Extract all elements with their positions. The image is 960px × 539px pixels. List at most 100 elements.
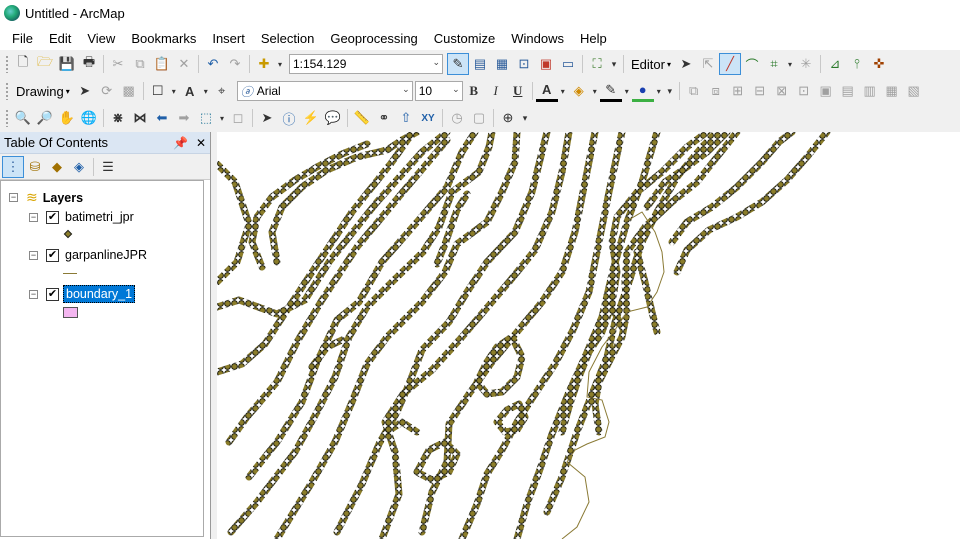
layer-name[interactable]: batimetri_jpr (63, 209, 136, 225)
rotate-element-icon[interactable]: ⟳ (96, 80, 118, 102)
layer-row-garpanline[interactable]: − ✔ garpanlineJPR (29, 247, 149, 263)
rectangle-icon[interactable]: ☐ (147, 80, 169, 102)
edit-tool-icon[interactable]: ➤ (675, 53, 697, 75)
layer-visibility-checkbox[interactable]: ✔ (46, 287, 59, 301)
select-elements-arrow-icon[interactable]: ➤ (256, 107, 278, 129)
line-color-icon[interactable]: ✎ (599, 80, 622, 102)
fixed-zoom-out-icon[interactable]: ⋈ (129, 107, 151, 129)
toolbar-grip[interactable] (5, 55, 9, 73)
paste-icon[interactable]: 📋 (151, 53, 173, 75)
fixed-zoom-in-icon[interactable]: ⋇ (107, 107, 129, 129)
toolbar-overflow-icon[interactable]: ▾ (664, 80, 676, 102)
align-icon[interactable]: ⊠ (771, 80, 793, 102)
font-name-combo[interactable]: ⓐ Arial ⌄ (236, 81, 413, 101)
hyperlink-icon[interactable]: 💬 (322, 107, 344, 129)
text-tool-icon[interactable]: A (179, 80, 201, 102)
rotate-flip-icon[interactable]: ▣ (815, 80, 837, 102)
layout-icon-3[interactable]: ▦ (881, 80, 903, 102)
layers-root-row[interactable]: − ≋ Layers (9, 189, 83, 206)
previous-extent-icon[interactable]: ⬅ (151, 107, 173, 129)
fill-color-dropdown-icon[interactable]: ▾ (590, 80, 600, 102)
straight-segment-icon[interactable]: ╱ (718, 53, 741, 75)
order-icon[interactable]: ⊞ (727, 80, 749, 102)
map-scale-combo[interactable]: 1:154.129 ⌄ (289, 54, 443, 74)
marker-color-icon[interactable]: ● (631, 80, 654, 102)
save-icon[interactable]: 💾 (56, 53, 78, 75)
arctoolbox-icon[interactable]: ▣ (535, 53, 557, 75)
cut-icon[interactable]: ✂ (107, 53, 129, 75)
pan-hand-icon[interactable]: ✋ (56, 107, 78, 129)
collapse-icon[interactable]: − (29, 250, 38, 260)
identify-icon[interactable]: ⓘ (278, 107, 300, 129)
list-by-visibility-icon[interactable]: ◆ (46, 156, 68, 178)
toolbar-overflow-icon[interactable]: ▾ (608, 53, 620, 75)
new-document-icon[interactable]: 🗋 (12, 53, 34, 75)
viewer-window-icon[interactable]: ▢ (468, 107, 490, 129)
menu-windows[interactable]: Windows (503, 31, 572, 46)
find-binoculars-icon[interactable]: ⚭ (373, 107, 395, 129)
menu-view[interactable]: View (79, 31, 123, 46)
menu-file[interactable]: File (4, 31, 41, 46)
layout-icon-2[interactable]: ▥ (859, 80, 881, 102)
italic-button[interactable]: I (485, 80, 507, 102)
pin-icon[interactable]: 📌 (173, 136, 188, 150)
toolbar-overflow-icon[interactable]: ▾ (519, 107, 531, 129)
zoom-out-icon[interactable]: 🔎 (34, 107, 56, 129)
delete-icon[interactable]: ✕ (173, 53, 195, 75)
line-color-dropdown-icon[interactable]: ▾ (622, 80, 632, 102)
copy-icon[interactable]: ⧉ (129, 53, 151, 75)
construction-tool-dropdown-icon[interactable]: ▾ (785, 53, 795, 75)
underline-button[interactable]: U (507, 80, 529, 102)
options-icon[interactable]: ☰ (97, 156, 119, 178)
menu-help[interactable]: Help (572, 31, 615, 46)
close-icon[interactable]: ✕ (196, 136, 206, 150)
find-route-icon[interactable]: ⇧ (395, 107, 417, 129)
add-data-icon[interactable]: ✚ (253, 53, 275, 75)
edit-annotation-icon[interactable]: ⇱ (697, 53, 719, 75)
table-of-contents-icon[interactable]: ▤ (469, 53, 491, 75)
print-icon[interactable]: 🖶 (78, 53, 100, 75)
nudge-icon[interactable]: ⊟ (749, 80, 771, 102)
layout-icon-4[interactable]: ▧ (903, 80, 925, 102)
go-to-xy-icon[interactable]: XY (417, 107, 439, 129)
next-extent-icon[interactable]: ➡ (173, 107, 195, 129)
menu-customize[interactable]: Customize (426, 31, 503, 46)
redo-icon[interactable]: ↷ (224, 53, 246, 75)
text-dropdown-icon[interactable]: ▾ (201, 80, 211, 102)
collapse-icon[interactable]: − (29, 289, 38, 299)
font-size-combo[interactable]: 10 ⌄ (414, 81, 463, 101)
menu-insert[interactable]: Insert (204, 31, 253, 46)
measure-icon[interactable]: 📏 (351, 107, 373, 129)
polygon-symbol-swatch[interactable] (63, 307, 78, 318)
model-builder-icon[interactable]: ⛶ (586, 53, 608, 75)
rotate-tool-icon[interactable]: ✜ (868, 53, 890, 75)
time-slider-icon[interactable]: ◷ (446, 107, 468, 129)
clear-selection-icon[interactable]: ◻ (227, 107, 249, 129)
layout-icon-1[interactable]: ▤ (837, 80, 859, 102)
list-by-drawing-order-icon[interactable]: ⋮ (2, 155, 24, 178)
marker-color-dropdown-icon[interactable]: ▾ (654, 80, 664, 102)
point-symbol-swatch[interactable] (63, 229, 73, 239)
toolbar-grip[interactable] (5, 82, 9, 100)
curve-icon[interactable]: ⌒ (741, 53, 763, 75)
line-symbol-swatch[interactable] (63, 273, 77, 274)
collapse-icon[interactable]: − (9, 193, 18, 202)
group-icon[interactable]: ⧉ (683, 80, 705, 102)
layer-name[interactable]: garpanlineJPR (63, 247, 149, 263)
sketch-properties-icon[interactable]: ✳ (795, 53, 817, 75)
open-folder-icon[interactable]: 🗁 (34, 53, 56, 75)
catalog-window-icon[interactable]: ▦ (491, 53, 513, 75)
full-extent-globe-icon[interactable]: 🌐 (78, 107, 100, 129)
ungroup-icon[interactable]: ⧈ (705, 80, 727, 102)
zoom-to-elements-icon[interactable]: ▩ (118, 80, 140, 102)
select-features-icon[interactable]: ⬚ (195, 107, 217, 129)
editor-toolbar-toggle-icon[interactable]: ✎ (447, 53, 469, 75)
select-dropdown-icon[interactable]: ▾ (217, 107, 227, 129)
layer-row-boundary[interactable]: − ✔ boundary_1 (29, 285, 136, 303)
drawing-menu-button[interactable]: Drawing ▾ (12, 84, 74, 99)
undo-icon[interactable]: ↶ (202, 53, 224, 75)
html-popup-icon[interactable]: ⚡ (300, 107, 322, 129)
bold-button[interactable]: B (463, 80, 485, 102)
map-canvas[interactable] (217, 132, 960, 539)
add-data-dropdown-icon[interactable]: ▾ (275, 53, 285, 75)
